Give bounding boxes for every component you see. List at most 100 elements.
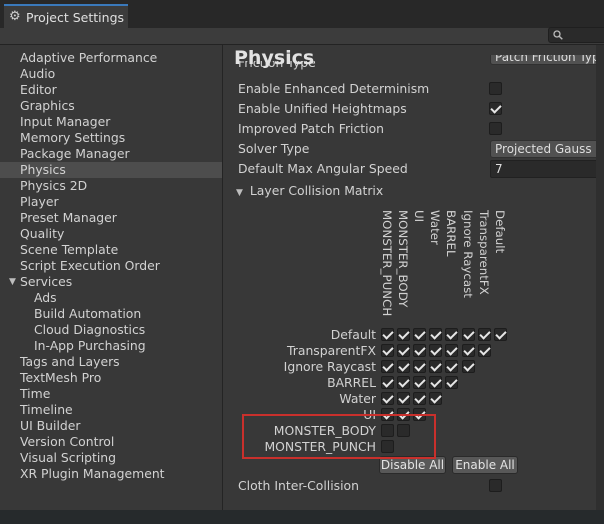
annotation-highlight-box	[242, 414, 436, 459]
matrix-cell-checkbox[interactable]	[413, 392, 427, 405]
max-angular-speed-field[interactable]: 7	[490, 160, 604, 178]
matrix-cell-checkbox[interactable]	[413, 360, 427, 373]
sidebar-item-scene-template[interactable]: Scene Template	[0, 242, 222, 258]
sidebar-item-ui-builder[interactable]: UI Builder	[0, 418, 222, 434]
matrix-cell-checkbox[interactable]	[381, 328, 394, 341]
solver-type-dropdown[interactable]: Projected Gauss Seidel	[490, 140, 604, 158]
sidebar-item-in-app-purchasing[interactable]: In-App Purchasing	[0, 338, 222, 354]
sidebar-item-label: Cloud Diagnostics	[34, 322, 146, 337]
sidebar-item-time[interactable]: Time	[0, 386, 222, 402]
sidebar-item-graphics[interactable]: Graphics	[0, 98, 222, 114]
search-input[interactable]	[548, 27, 604, 43]
expand-arrow-icon[interactable]: ▼	[9, 274, 16, 290]
matrix-cell-checkbox[interactable]	[413, 344, 427, 357]
sidebar-item-memory-settings[interactable]: Memory Settings	[0, 130, 222, 146]
sidebar-item-timeline[interactable]: Timeline	[0, 402, 222, 418]
sidebar-item-label: Visual Scripting	[20, 450, 117, 465]
sidebar-item-label: Ads	[34, 290, 57, 305]
matrix-cell-checkbox[interactable]	[445, 376, 459, 389]
improved-patch-friction-label: Improved Patch Friction	[238, 121, 385, 136]
sidebar-item-tags-and-layers[interactable]: Tags and Layers	[0, 354, 222, 370]
matrix-column-label: TransparentFX	[476, 210, 491, 295]
sidebar-item-label: Services	[20, 274, 73, 289]
matrix-cell-checkbox[interactable]	[461, 328, 475, 341]
matrix-column-label: BARREL	[444, 210, 459, 257]
enable-all-button[interactable]: Enable All	[452, 456, 518, 474]
matrix-cell-checkbox[interactable]	[429, 328, 443, 341]
matrix-cell-checkbox[interactable]	[413, 328, 427, 341]
matrix-column-label: Ignore Raycast	[460, 210, 475, 298]
matrix-row-label: BARREL	[327, 375, 376, 390]
matrix-cell-checkbox[interactable]	[397, 376, 411, 389]
friction-type-dropdown[interactable]: Patch Friction Type	[490, 55, 604, 65]
enable-enhanced-determinism-label: Enable Enhanced Determinism	[238, 81, 430, 96]
matrix-cell-checkbox[interactable]	[461, 360, 475, 373]
sidebar-item-adaptive-performance[interactable]: Adaptive Performance	[0, 50, 222, 66]
matrix-cell-checkbox[interactable]	[445, 328, 459, 341]
sidebar-item-label: Package Manager	[20, 146, 130, 161]
matrix-cell-checkbox[interactable]	[381, 344, 394, 357]
matrix-cell-checkbox[interactable]	[381, 376, 394, 389]
sidebar-item-label: Timeline	[20, 402, 73, 417]
sidebar-item-input-manager[interactable]: Input Manager	[0, 114, 222, 130]
matrix-cell-checkbox[interactable]	[413, 376, 427, 389]
matrix-cell-checkbox[interactable]	[477, 328, 491, 341]
search-icon	[553, 30, 563, 40]
matrix-row-label: Water	[339, 391, 376, 406]
sidebar-item-label: Editor	[20, 82, 57, 97]
sidebar-item-textmesh-pro[interactable]: TextMesh Pro	[0, 370, 222, 386]
sidebar-item-visual-scripting[interactable]: Visual Scripting	[0, 450, 222, 466]
default-max-angular-speed-label: Default Max Angular Speed	[238, 161, 408, 176]
matrix-cell-checkbox[interactable]	[397, 360, 411, 373]
sidebar-item-label: Time	[20, 386, 51, 401]
matrix-column-label: Water	[428, 210, 443, 245]
matrix-cell-checkbox[interactable]	[477, 344, 491, 357]
window-titlebar: ⚙ Project Settings	[0, 0, 604, 28]
matrix-cell-checkbox[interactable]	[429, 360, 443, 373]
matrix-cell-checkbox[interactable]	[397, 328, 411, 341]
layer-collision-matrix-title: Layer Collision Matrix	[249, 183, 384, 198]
matrix-cell-checkbox[interactable]	[461, 344, 475, 357]
sidebar-item-label: Script Execution Order	[20, 258, 160, 273]
enable-unified-heightmaps-checkbox[interactable]	[489, 102, 502, 115]
sidebar-item-build-automation[interactable]: Build Automation	[0, 306, 222, 322]
cloth-inter-collision-checkbox[interactable]	[489, 479, 502, 492]
vertical-scrollbar[interactable]	[596, 45, 604, 524]
sidebar-item-package-manager[interactable]: Package Manager	[0, 146, 222, 162]
window-title: Project Settings	[26, 10, 125, 25]
matrix-cell-checkbox[interactable]	[381, 360, 394, 373]
sidebar-item-physics-2d[interactable]: Physics 2D	[0, 178, 222, 194]
matrix-column-label: MONSTER_BODY	[396, 210, 411, 308]
matrix-cell-checkbox[interactable]	[445, 360, 459, 373]
sidebar-item-services[interactable]: ▼ Services	[0, 274, 222, 290]
sidebar-item-label: Scene Template	[20, 242, 119, 257]
sidebar-item-script-execution-order[interactable]: Script Execution Order	[0, 258, 222, 274]
page-title: Physics	[234, 47, 315, 69]
sidebar-item-editor[interactable]: Editor	[0, 82, 222, 98]
matrix-cell-checkbox[interactable]	[429, 392, 443, 405]
sidebar-item-preset-manager[interactable]: Preset Manager	[0, 210, 222, 226]
sidebar-item-label: In-App Purchasing	[34, 338, 146, 353]
sidebar-item-xr-plugin-management[interactable]: XR Plugin Management	[0, 466, 222, 482]
sidebar-item-physics[interactable]: Physics	[0, 162, 222, 178]
matrix-cell-checkbox[interactable]	[397, 392, 411, 405]
sidebar-item-cloud-diagnostics[interactable]: Cloud Diagnostics	[0, 322, 222, 338]
sidebar-item-audio[interactable]: Audio	[0, 66, 222, 82]
matrix-cell-checkbox[interactable]	[429, 376, 443, 389]
layer-collision-matrix-foldout[interactable]: ▼ Layer Collision Matrix	[236, 183, 383, 198]
sidebar-item-version-control[interactable]: Version Control	[0, 434, 222, 450]
sidebar-item-ads[interactable]: Ads	[0, 290, 222, 306]
tab-project-settings[interactable]: ⚙ Project Settings	[4, 4, 128, 28]
matrix-cell-checkbox[interactable]	[493, 328, 507, 341]
matrix-cell-checkbox[interactable]	[445, 344, 459, 357]
improved-patch-friction-checkbox[interactable]	[489, 122, 502, 135]
sidebar-item-quality[interactable]: Quality	[0, 226, 222, 242]
enable-enhanced-determinism-checkbox[interactable]	[489, 82, 502, 95]
triangle-down-icon: ▼	[236, 188, 243, 198]
matrix-cell-checkbox[interactable]	[429, 344, 443, 357]
sidebar-item-label: Audio	[20, 66, 56, 81]
matrix-cell-checkbox[interactable]	[397, 344, 411, 357]
settings-sidebar: Adaptive Performance Audio Editor Graphics I…	[0, 45, 223, 524]
matrix-cell-checkbox[interactable]	[381, 392, 394, 405]
sidebar-item-player[interactable]: Player	[0, 194, 222, 210]
